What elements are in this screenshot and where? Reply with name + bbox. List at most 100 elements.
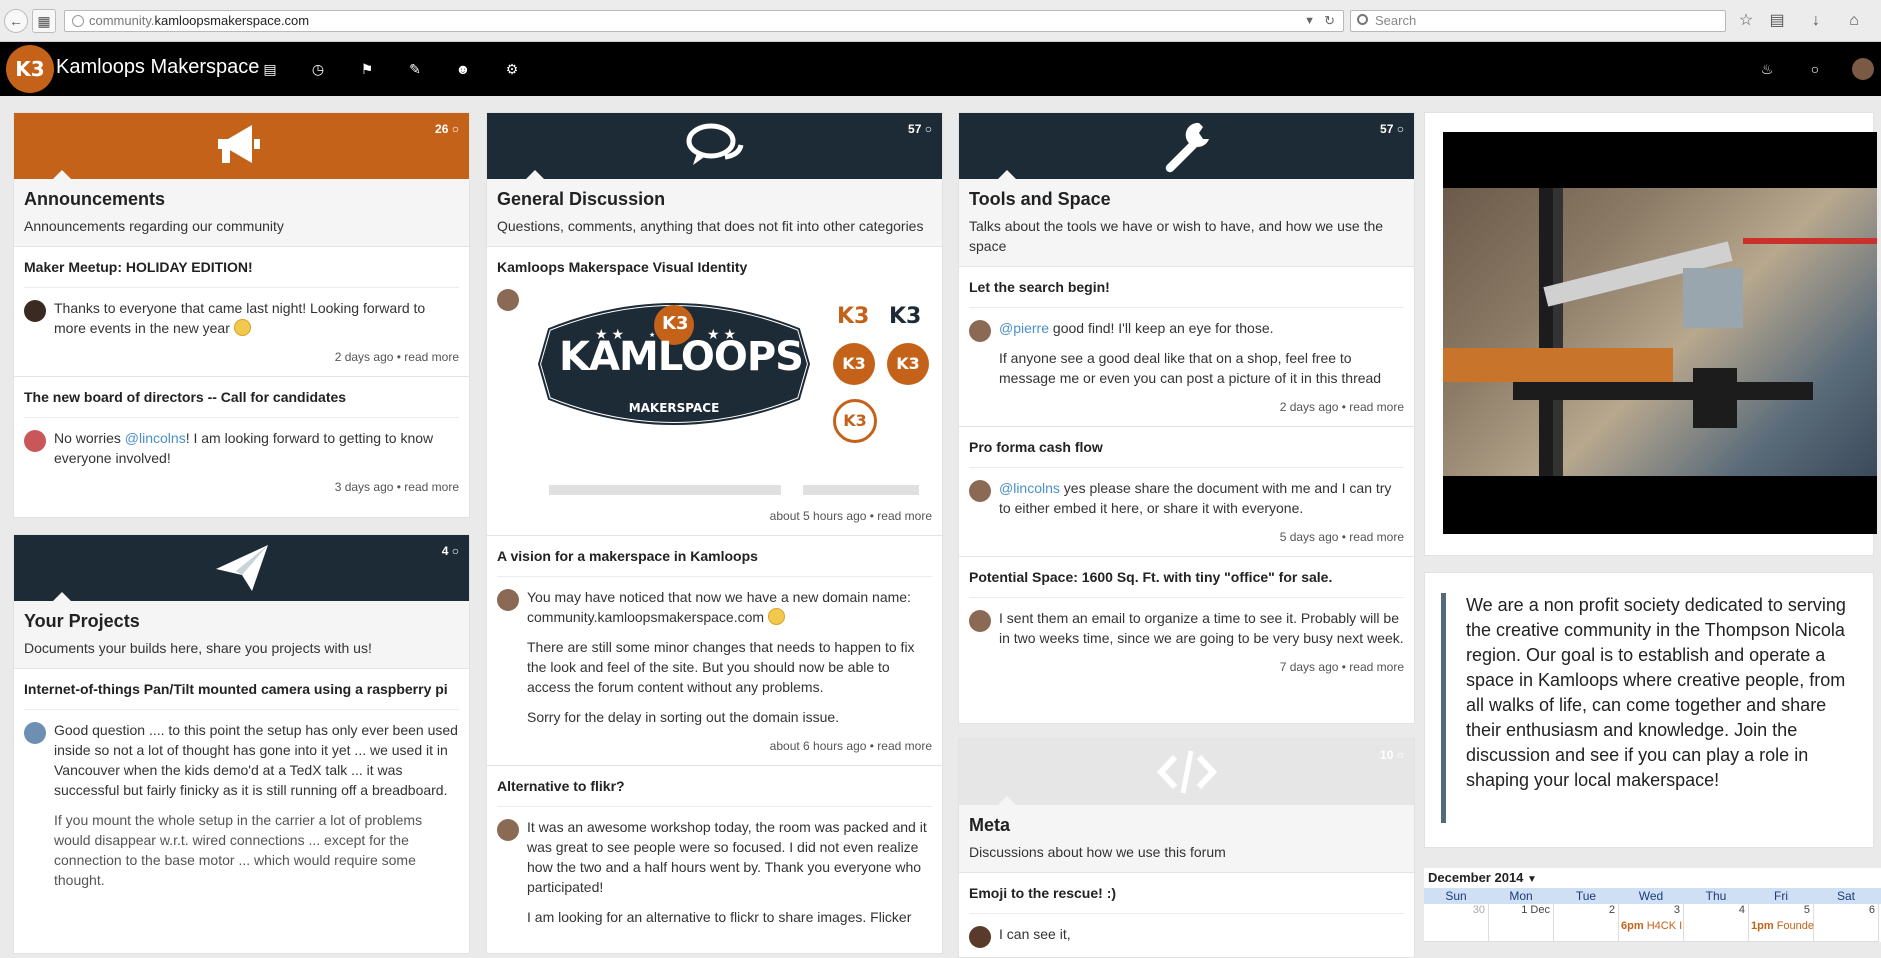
topic-count: 57 ○ (908, 122, 932, 136)
topic-title[interactable]: Pro forma cash flow (969, 439, 1404, 468)
read-more-link[interactable]: read more (1349, 530, 1404, 544)
post-text: I am looking for an alternative to flick… (527, 909, 912, 925)
home-icon[interactable]: ⌂ (1844, 11, 1864, 31)
avatar[interactable] (497, 289, 519, 311)
read-more-link[interactable]: read more (1349, 400, 1404, 414)
avatar[interactable] (969, 610, 991, 632)
avatar[interactable] (969, 480, 991, 502)
read-more-link[interactable]: read more (404, 480, 459, 494)
user-mention[interactable]: @lincolns (125, 430, 186, 446)
topic-title[interactable]: Potential Space: 1600 Sq. Ft. with tiny … (969, 569, 1404, 598)
calendar-day[interactable]: 4 (1684, 904, 1749, 942)
chevron-down-icon[interactable]: ▼ (1304, 11, 1315, 31)
calendar-day[interactable]: 3 6pm H4CK I (1619, 904, 1684, 942)
category-title[interactable]: Meta (969, 815, 1404, 836)
avatar[interactable] (24, 300, 46, 322)
tabs-icon[interactable]: ▦ (32, 9, 56, 33)
category-banner[interactable]: 57 ○ (959, 113, 1414, 180)
category-general-discussion: 57 ○ General Discussion Questions, comme… (486, 112, 943, 954)
reload-icon[interactable]: ↻ (1324, 11, 1335, 31)
avatar[interactable] (497, 819, 519, 841)
user-mention[interactable]: @pierre (999, 320, 1049, 336)
category-description: Documents your builds here, share you pr… (24, 640, 372, 656)
calendar-day[interactable]: 6 (1814, 904, 1879, 942)
read-more-link[interactable]: read more (877, 739, 932, 753)
bell-icon[interactable]: ♨ (1755, 58, 1779, 80)
topic-title[interactable]: Alternative to flikr? (497, 778, 932, 807)
user-mention[interactable]: @lincolns (999, 480, 1060, 496)
avatar[interactable] (497, 589, 519, 611)
read-more-link[interactable]: read more (404, 350, 459, 364)
clipboard-icon[interactable]: ▤ (1767, 11, 1787, 31)
download-icon[interactable]: ↓ (1806, 11, 1826, 31)
calendar-day[interactable]: 2 (1554, 904, 1619, 942)
site-title[interactable]: Kamloops Makerspace (56, 56, 259, 79)
search-input[interactable]: Search (1350, 10, 1726, 32)
makerspace-logo-image[interactable]: ★ ★ ★ ★ ★ K3 KAMLOOPS MAKERSPACE (529, 289, 819, 439)
popular-icon[interactable]: ✎ (403, 58, 427, 80)
topic-meta: 7 days ago • read more (1279, 660, 1404, 674)
topic-post: @lincolns yes please share the document … (969, 478, 1404, 518)
category-title[interactable]: General Discussion (497, 189, 932, 210)
read-more-link[interactable]: read more (1349, 660, 1404, 674)
logo-badge-subtext: MAKERSPACE (628, 401, 720, 415)
url-bar[interactable]: community.kamloopsmakerspace.com ▼ ↻ (64, 10, 1344, 32)
topic-count: 26 ○ (435, 122, 459, 136)
weekday-label: Fri (1774, 889, 1788, 903)
calendar-day[interactable]: 1 Dec (1489, 904, 1554, 942)
read-more-link[interactable]: read more (877, 509, 932, 523)
topic-item: The new board of directors -- Call for c… (14, 377, 469, 506)
calendar-event[interactable]: 6pm H4CK I (1621, 920, 1682, 932)
topic-title[interactable]: Let the search begin! (969, 279, 1404, 308)
topic-item: Emoji to the rescue! :) I can see it, (959, 873, 1414, 948)
avatar[interactable] (24, 430, 46, 452)
clock-icon[interactable]: ◷ (306, 58, 330, 80)
weekday-label: Thu (1705, 889, 1727, 903)
users-icon[interactable]: ☻ (451, 58, 475, 80)
topic-item: Internet-of-things Pan/Tilt mounted came… (14, 669, 469, 890)
tags-icon[interactable]: ⚑ (355, 58, 379, 80)
topic-title[interactable]: Emoji to the rescue! :) (969, 885, 1404, 914)
category-banner[interactable]: 4 ○ (14, 535, 469, 602)
banner-notch (997, 796, 1017, 806)
groups-icon[interactable]: ⚙ (500, 58, 524, 80)
smile-emoji-icon (233, 319, 251, 336)
about-text: We are a non profit society dedicated to… (1441, 593, 1866, 823)
smile-emoji-icon (767, 608, 785, 625)
chat-bubbles-icon (685, 119, 745, 173)
calendar-day[interactable]: 5 1pm Founde (1749, 904, 1814, 942)
back-button[interactable]: ← (4, 9, 28, 33)
category-banner[interactable]: 10 ○ (959, 739, 1414, 806)
topic-title[interactable]: Kamloops Makerspace Visual Identity (497, 259, 932, 287)
calendar-day[interactable]: 30 (1424, 904, 1489, 942)
3d-printer-photo[interactable] (1443, 132, 1877, 534)
chevron-down-icon[interactable]: ▼ (1527, 874, 1537, 885)
avatar[interactable] (969, 320, 991, 342)
calendar-event[interactable]: 1pm Founde (1751, 920, 1814, 932)
category-header: General Discussion Questions, comments, … (487, 179, 942, 247)
topic-post: No worries @lincolns! I am looking forwa… (24, 428, 459, 468)
calendar-title[interactable]: December 2014 ▼ (1428, 870, 1537, 885)
topic-post: Good question .... to this point the set… (24, 720, 459, 890)
user-avatar[interactable] (1852, 58, 1874, 80)
k3-outline-logo: K3 (833, 399, 877, 443)
topic-title[interactable]: Internet-of-things Pan/Tilt mounted came… (24, 681, 459, 710)
category-title[interactable]: Tools and Space (969, 189, 1404, 210)
category-title[interactable]: Announcements (24, 189, 459, 210)
inbox-icon[interactable]: ▤ (258, 58, 282, 80)
category-banner[interactable]: 57 ○ (487, 113, 942, 180)
category-banner[interactable]: 26 ○ (14, 113, 469, 180)
topic-title[interactable]: The new board of directors -- Call for c… (24, 389, 459, 418)
topic-post: I sent them an email to organize a time … (969, 608, 1404, 648)
url-host: kamloopsmakerspace.com (154, 13, 310, 28)
site-logo[interactable]: K3 (6, 45, 54, 93)
category-description: Questions, comments, anything that does … (497, 218, 924, 234)
topic-title[interactable]: Maker Meetup: HOLIDAY EDITION! (24, 259, 459, 288)
category-title[interactable]: Your Projects (24, 611, 459, 632)
star-icon[interactable]: ☆ (1736, 11, 1756, 31)
avatar[interactable] (969, 926, 991, 948)
chat-icon[interactable]: ○ (1803, 58, 1827, 80)
avatar[interactable] (24, 722, 46, 744)
topic-title[interactable]: A vision for a makerspace in Kamloops (497, 548, 932, 577)
calendar-weekday-row: Sun Mon Tue Wed Thu Fri Sat (1424, 888, 1881, 904)
